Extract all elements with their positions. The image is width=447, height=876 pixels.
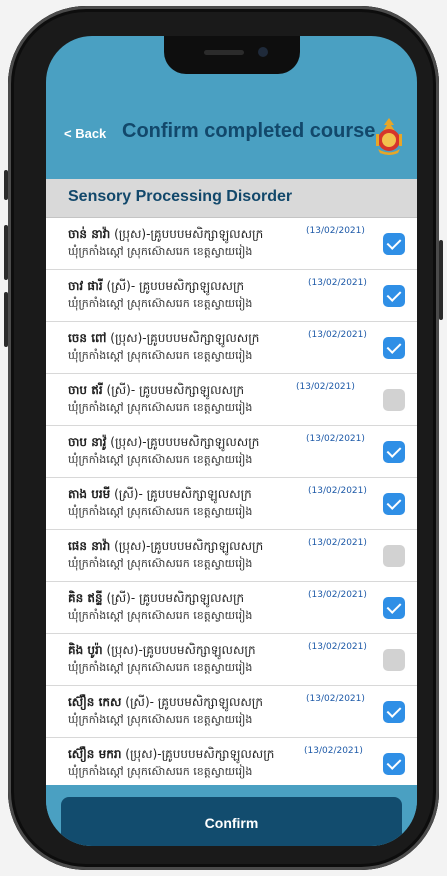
participant-info: ចេន ពៅ (ប្រុស)-គ្រូបបបមសិក្សាឡូលសក្រ (68, 330, 259, 348)
completion-date: (13/02/2021) (306, 434, 365, 444)
completion-date: (13/02/2021) (296, 382, 355, 392)
completion-date: (13/02/2021) (308, 278, 367, 288)
participant-location: ឃុំក្រកាំងស្ដៅ ស្រុកស៊ោសរេក ខេត្តស្វាយរៀ… (68, 297, 253, 310)
completion-date: (13/02/2021) (306, 226, 365, 236)
participant-location: ឃុំក្រកាំងស្ដៅ ស្រុកស៊ោសរេក ខេត្តស្វាយរៀ… (68, 349, 253, 362)
list-item: ចាប នាវ៉ូ (ប្រុស)-គ្រូបបបមសិក្សាឡូលសក្រ(… (46, 426, 417, 478)
participant-name: គិន ឥន្ទី (68, 591, 103, 605)
app-header: < Back Confirm completed course (46, 116, 417, 156)
participant-name: ផេន នាវ៉ា (68, 539, 111, 553)
completion-checkbox[interactable] (383, 285, 405, 307)
list-item: ស៊ឿន កេស (ស្រី)- គ្រូបបមសិក្សាឡូលសក្រ (13… (46, 686, 417, 738)
participant-name: គិង បូរ៉ា (68, 643, 103, 657)
participant-role: (ស្រី)- គ្រូបបមសិក្សាឡូលសក្រ (125, 695, 263, 709)
course-title: Sensory Processing Disorder (68, 188, 293, 205)
participant-location: ឃុំក្រកាំងស្ដៅ ស្រុកស៊ោសរេក ខេត្តស្វាយរៀ… (68, 401, 253, 414)
participant-role: (ស្រី)- គ្រូបបមសិក្សាឡូលសក្រ (114, 487, 252, 501)
completion-date: (13/02/2021) (308, 330, 367, 340)
participant-location: ឃុំក្រកាំងស្ដៅ ស្រុកស៊ោសរេក ខេត្តស្វាយរៀ… (68, 505, 253, 518)
participant-info: គិន ឥន្ទី (ស្រី)- គ្រូបបមសិក្សាឡូលសក្រ (68, 590, 244, 608)
participant-role: (ប្រុស)-គ្រូបបបមសិក្សាឡូលសក្រ (106, 643, 256, 657)
participant-info: ចាប នាវ៉ូ (ប្រុស)-គ្រូបបបមសិក្សាឡូលសក្រ (68, 434, 259, 452)
completion-date: (13/02/2021) (306, 694, 365, 704)
participant-role: (ប្រុស)-គ្រូបបបមសិក្សាឡូលសក្រ (114, 227, 264, 241)
footer-bar: Confirm (46, 785, 417, 846)
mute-switch (4, 170, 8, 200)
completion-date: (13/02/2021) (304, 746, 363, 756)
completion-checkbox[interactable] (383, 441, 405, 463)
phone-frame: < Back Confirm completed course Sensory … (8, 6, 439, 870)
participant-info: ចាន់ នាវ៉ា (ប្រុស)-គ្រូបបបមសិក្សាឡូលសក្រ (68, 226, 263, 244)
participant-role: (ប្រុស)-គ្រូបបបមសិក្សាឡូលសក្រ (114, 539, 264, 553)
page-title: Confirm completed course (122, 120, 376, 142)
volume-down-button (4, 292, 8, 347)
completion-date: (13/02/2021) (308, 538, 367, 548)
back-button[interactable]: < Back (64, 126, 106, 141)
participant-role: (ប្រុស)-គ្រូបបបមសិក្សាឡូលសក្រ (110, 435, 260, 449)
participant-info: ស៊ឿន កេស (ស្រី)- គ្រូបបមសិក្សាឡូលសក្រ (68, 694, 263, 712)
participant-name: ចាន់ នាវ៉ា (68, 227, 111, 241)
list-item: ចេន ពៅ (ប្រុស)-គ្រូបបបមសិក្សាឡូលសក្រ (13/… (46, 322, 417, 374)
participant-location: ឃុំក្រកាំងស្ដៅ ស្រុកស៊ោសរេក ខេត្តស្វាយរៀ… (68, 661, 253, 674)
completion-checkbox[interactable] (383, 493, 405, 515)
completion-checkbox[interactable] (383, 701, 405, 723)
participant-location: ឃុំក្រកាំងស្ដៅ ស្រុកស៊ោសរេក ខេត្តស្វាយរៀ… (68, 453, 253, 466)
emblem-icon (376, 118, 402, 155)
participant-location: ឃុំក្រកាំងស្ដៅ ស្រុកស៊ោសរេក ខេត្តស្វាយរៀ… (68, 609, 253, 622)
list-item: ផេន នាវ៉ា (ប្រុស)-គ្រូបបបមសិក្សាឡូលសក្រ(… (46, 530, 417, 582)
confirm-button[interactable]: Confirm (61, 797, 402, 846)
participant-role: (ស្រី)- គ្រូបបមសិក្សាឡូលសក្រ (106, 591, 245, 605)
list-item: ចាប ឥរី (ស្រី)- គ្រូបបមសិក្សាឡូលសក្រ (13/… (46, 374, 417, 426)
participant-name: ស៊ឿន កេស (68, 695, 122, 709)
participant-location: ឃុំក្រកាំងស្ដៅ ស្រុកស៊ោសរេក ខេត្តស្វាយរៀ… (68, 765, 253, 778)
list-item: គិង បូរ៉ា (ប្រុស)-គ្រូបបបមសិក្សាឡូលសក្រ(… (46, 634, 417, 686)
participant-name: ស៊ឿន មករា (68, 747, 122, 761)
participant-location: ឃុំក្រកាំងស្ដៅ ស្រុកស៊ោសរេក ខេត្តស្វាយរៀ… (68, 557, 253, 570)
participant-info: គិង បូរ៉ា (ប្រុស)-គ្រូបបបមសិក្សាឡូលសក្រ (68, 642, 256, 660)
app-screen: < Back Confirm completed course Sensory … (46, 36, 417, 846)
power-button (439, 240, 443, 320)
completion-checkbox[interactable] (383, 545, 405, 567)
participant-role: (ស្រី)- គ្រូបបមសិក្សាឡូលសក្រ (106, 279, 245, 293)
volume-up-button (4, 225, 8, 280)
completion-checkbox[interactable] (383, 597, 405, 619)
participant-name: ចាប ឥរី (68, 383, 103, 397)
participant-role: (ស្រី)- គ្រូបបមសិក្សាឡូលសក្រ (106, 383, 245, 397)
participant-info: ផេន នាវ៉ា (ប្រុស)-គ្រូបបបមសិក្សាឡូលសក្រ (68, 538, 263, 556)
speaker-grille (204, 50, 244, 55)
list-item: ចាន់ នាវ៉ា (ប្រុស)-គ្រូបបបមសិក្សាឡូលសក្រ… (46, 218, 417, 270)
participant-info: ចាប ឥរី (ស្រី)- គ្រូបបមសិក្សាឡូលសក្រ (68, 382, 244, 400)
completion-date: (13/02/2021) (308, 590, 367, 600)
participant-name: តាង បរមី (68, 487, 111, 501)
list-item: ស៊ឿន មករា (ប្រុស)-គ្រូបបបមសិក្សាឡូលសក្រ(… (46, 738, 417, 790)
participant-info: ស៊ឿន មករា (ប្រុស)-គ្រូបបបមសិក្សាឡូលសក្រ (68, 746, 274, 764)
front-camera (258, 47, 268, 57)
participant-location: ឃុំក្រកាំងស្ដៅ ស្រុកស៊ោសរេក ខេត្តស្វាយរៀ… (68, 713, 253, 726)
completion-date: (13/02/2021) (308, 486, 367, 496)
participant-name: ចេន ពៅ (68, 331, 107, 345)
completion-checkbox[interactable] (383, 233, 405, 255)
list-item: ចាវ ផារី (ស្រី)- គ្រូបបមសិក្សាឡូលសក្រ (13… (46, 270, 417, 322)
completion-checkbox[interactable] (383, 649, 405, 671)
completion-checkbox[interactable] (383, 753, 405, 775)
list-item: តាង បរមី (ស្រី)- គ្រូបបមសិក្សាឡូលសក្រ (13… (46, 478, 417, 530)
list-item: គិន ឥន្ទី (ស្រី)- គ្រូបបមសិក្សាឡូលសក្រ (1… (46, 582, 417, 634)
completion-checkbox[interactable] (383, 389, 405, 411)
participant-info: ចាវ ផារី (ស្រី)- គ្រូបបមសិក្សាឡូលសក្រ (68, 278, 244, 296)
participant-list: ចាន់ នាវ៉ា (ប្រុស)-គ្រូបបបមសិក្សាឡូលសក្រ… (46, 218, 417, 790)
course-header: Sensory Processing Disorder (46, 179, 417, 218)
phone-notch (164, 36, 300, 74)
completion-checkbox[interactable] (383, 337, 405, 359)
participant-info: តាង បរមី (ស្រី)- គ្រូបបមសិក្សាឡូលសក្រ (68, 486, 252, 504)
participant-location: ឃុំក្រកាំងស្ដៅ ស្រុកស៊ោសរេក ខេត្តស្វាយរៀ… (68, 245, 253, 258)
participant-name: ចាវ ផារី (68, 279, 103, 293)
participant-name: ចាប នាវ៉ូ (68, 435, 107, 449)
participant-role: (ប្រុស)-គ្រូបបបមសិក្សាឡូលសក្រ (125, 747, 275, 761)
completion-date: (13/02/2021) (308, 642, 367, 652)
participant-role: (ប្រុស)-គ្រូបបបមសិក្សាឡូលសក្រ (110, 331, 260, 345)
